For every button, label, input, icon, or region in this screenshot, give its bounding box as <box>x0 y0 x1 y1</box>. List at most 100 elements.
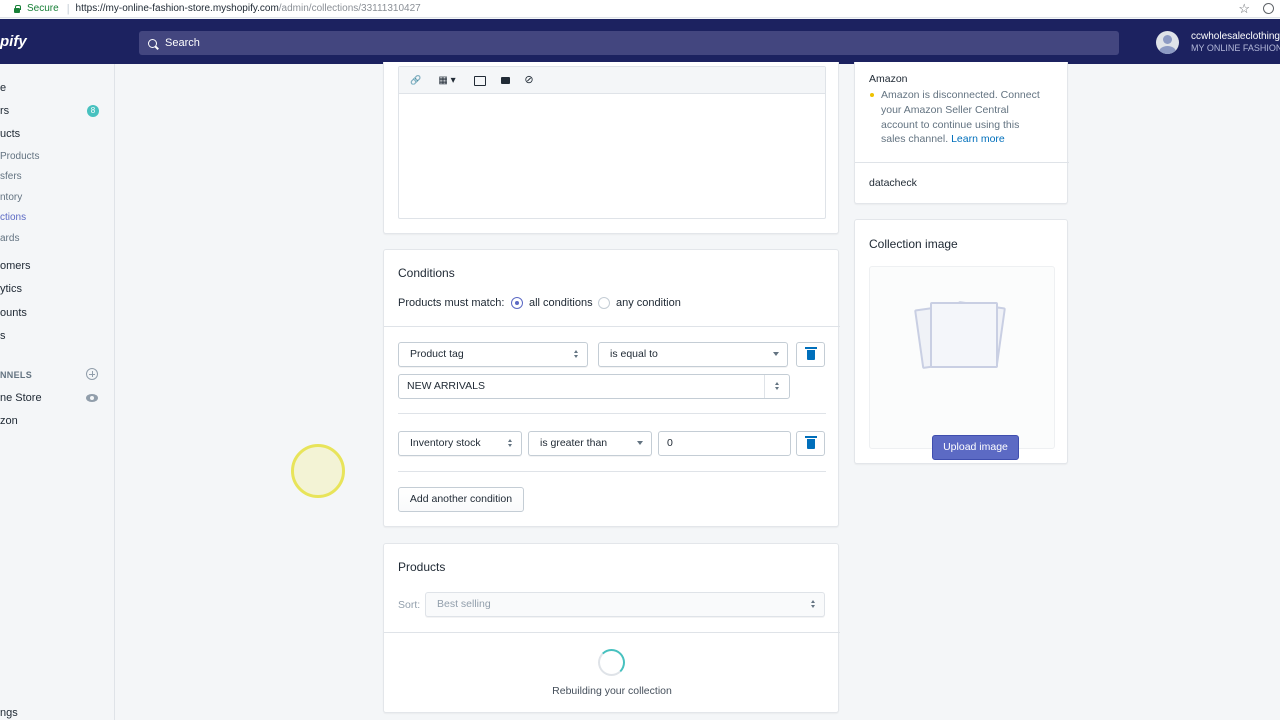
delete-rule1-button[interactable] <box>796 342 825 367</box>
chevron-down-icon <box>773 352 779 356</box>
learn-more-link[interactable]: Learn more <box>951 133 1005 145</box>
any-condition-radio[interactable] <box>598 297 610 309</box>
products-card: Products Sort: Best selling Rebuilding y… <box>383 543 840 713</box>
search-icon <box>148 38 157 48</box>
sidebar-item-collections[interactable]: ctions <box>0 212 26 228</box>
orders-count-badge: 8 <box>87 105 99 117</box>
sales-channels-heading: NNELS <box>0 370 33 380</box>
sidebar-item-discounts[interactable]: ounts <box>0 307 27 323</box>
secure-label: Secure <box>27 3 59 14</box>
rich-text-editor[interactable] <box>398 66 826 219</box>
url-host: https://my-online-fashion-store.myshopif… <box>75 3 279 14</box>
rule1-operator-select[interactable]: is equal to <box>598 342 788 367</box>
insert-table-icon[interactable] <box>431 72 463 89</box>
sidebar-item-amazon[interactable]: zon <box>0 415 18 431</box>
rule2-field-select[interactable]: Inventory stock <box>398 431 522 456</box>
rule2-operator-value: is greater than <box>540 437 608 449</box>
sidebar-item-orders[interactable]: rs <box>0 105 9 121</box>
cursor-highlight <box>291 444 345 498</box>
conditions-card: Conditions Products must match: all cond… <box>383 249 840 527</box>
datacheck-channel: datacheck <box>869 177 917 189</box>
browser-address-bar[interactable]: Secure | https://my-online-fashion-store… <box>0 0 1280 18</box>
products-title: Products <box>398 560 446 574</box>
browser-menu-icon[interactable] <box>1263 3 1274 14</box>
delete-rule2-button[interactable] <box>796 431 825 456</box>
view-store-eye-icon[interactable] <box>86 394 98 402</box>
divider <box>855 162 1069 163</box>
lock-icon <box>13 4 21 13</box>
shopify-logo[interactable]: pify <box>0 33 27 50</box>
amazon-warning-message: Amazon is disconnected. Connect your Ama… <box>881 88 1046 147</box>
sidebar-item-gift-cards[interactable]: ards <box>0 233 19 249</box>
user-name: ccwholesaleclothing <box>1191 31 1280 42</box>
sidebar-item-analytics[interactable]: ytics <box>0 283 22 299</box>
sales-channels-card: Amazon Amazon is disconnected. Connect y… <box>854 62 1069 204</box>
rule1-value-input[interactable]: NEW ARRIVALS <box>398 374 790 399</box>
search-input[interactable]: Search <box>139 31 1119 55</box>
all-conditions-radio[interactable] <box>511 297 523 309</box>
loading-spinner-icon <box>598 649 625 676</box>
sidebar-item-all-products[interactable]: Products <box>0 151 39 167</box>
match-label: Products must match: <box>398 297 505 309</box>
rule2-field-value: Inventory stock <box>410 437 481 449</box>
tag-options-arrows <box>765 375 790 398</box>
sidebar-item-apps[interactable]: s <box>0 330 6 346</box>
sidebar-item-online-store[interactable]: ne Store <box>0 392 42 408</box>
rule2-operator-select[interactable]: is greater than <box>528 431 652 456</box>
sort-label: Sort: <box>398 599 421 611</box>
all-conditions-label[interactable]: all conditions <box>529 297 593 309</box>
sidebar-item-customers[interactable]: omers <box>0 260 31 276</box>
conditions-title: Conditions <box>398 266 455 280</box>
url-separator: | <box>66 2 70 15</box>
amazon-channel-title: Amazon <box>869 73 908 85</box>
rebuilding-status: Rebuilding your collection <box>552 685 672 697</box>
warning-dot-icon <box>870 93 874 97</box>
trash-icon <box>805 436 817 449</box>
sort-select[interactable]: Best selling <box>425 592 825 617</box>
store-name: MY ONLINE FASHION <box>1191 43 1280 53</box>
trash-icon <box>805 347 817 360</box>
insert-video-icon[interactable] <box>494 72 516 89</box>
rule1-field-value: Product tag <box>410 348 464 360</box>
chevron-down-icon <box>637 441 643 445</box>
rule1-field-select[interactable]: Product tag <box>398 342 588 367</box>
url-field[interactable]: https://my-online-fashion-store.myshopif… <box>76 3 421 14</box>
rule2-value: 0 <box>667 437 673 449</box>
select-arrows-icon <box>508 439 513 448</box>
collection-image-title: Collection image <box>869 237 958 251</box>
divider <box>398 471 826 472</box>
sidebar-item-inventory[interactable]: ntory <box>0 192 22 208</box>
sidebar-item-home[interactable]: e <box>0 82 6 98</box>
url-path: /admin/collections/33111310427 <box>278 3 421 14</box>
any-condition-label[interactable]: any condition <box>616 297 681 309</box>
divider <box>398 413 826 414</box>
account-menu[interactable]: ccwholesaleclothing MY ONLINE FASHION <box>1191 31 1280 53</box>
editor-toolbar <box>399 67 825 94</box>
divider <box>384 632 840 633</box>
rule2-value-input[interactable]: 0 <box>658 431 791 456</box>
sidebar-item-settings[interactable]: ngs <box>0 707 18 720</box>
add-channel-icon[interactable] <box>86 368 98 380</box>
search-placeholder: Search <box>165 37 200 49</box>
bookmark-star-icon[interactable]: ☆ <box>1238 1 1250 17</box>
description-editor-card <box>383 62 839 234</box>
rule1-operator-value: is equal to <box>610 348 658 360</box>
sort-value: Best selling <box>437 598 491 610</box>
select-arrows-icon <box>811 600 816 609</box>
rule1-value: NEW ARRIVALS <box>407 380 485 392</box>
clear-formatting-icon[interactable] <box>518 72 540 89</box>
select-arrows-icon <box>775 382 780 391</box>
select-arrows-icon <box>574 350 579 359</box>
sidebar-item-transfers[interactable]: sfers <box>0 171 22 187</box>
sidebar-item-products[interactable]: ucts <box>0 128 20 144</box>
admin-topbar: pify Search ccwholesaleclothing MY ONLIN… <box>0 19 1280 64</box>
insert-link-icon[interactable] <box>405 72 427 89</box>
upload-image-button[interactable]: Upload image <box>932 435 1019 460</box>
image-placeholder-icon <box>914 300 1008 375</box>
collection-image-card: Collection image Upload image <box>854 219 1068 464</box>
avatar[interactable] <box>1156 31 1179 54</box>
image-dropzone[interactable]: Upload image <box>869 266 1055 460</box>
add-condition-button[interactable]: Add another condition <box>398 487 524 512</box>
tag-options-toggle[interactable] <box>764 375 789 398</box>
insert-image-icon[interactable] <box>469 72 491 89</box>
